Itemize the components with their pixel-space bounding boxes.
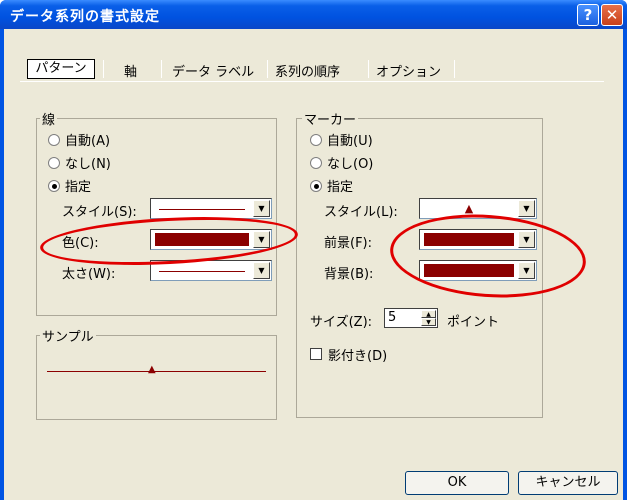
line-style-preview [155, 202, 249, 215]
tab-separator [368, 60, 369, 78]
sample-line [47, 371, 266, 372]
chevron-down-icon[interactable]: ▼ [253, 262, 270, 279]
line-weight-preview [155, 264, 249, 277]
marker-size-value[interactable]: 5 [388, 310, 396, 325]
tab-series-order[interactable]: 系列の順序 [275, 61, 340, 80]
sample-marker-icon: ▲ [148, 364, 156, 375]
title-bar[interactable]: データ系列の書式設定 ? ✕ [0, 0, 627, 29]
radio-label: 自動(A) [65, 134, 111, 149]
tab-pattern[interactable]: パターン [27, 59, 95, 79]
radio-circle [48, 156, 60, 169]
marker-style-label: スタイル(L): [324, 205, 398, 220]
window-title: データ系列の書式設定 [10, 9, 160, 25]
marker-size-label: サイズ(Z): [310, 315, 373, 330]
dialog-body: パターン 軸 データ ラベル 系列の順序 オプション 線 自動(A) なし(N)… [4, 29, 623, 500]
sample-group: ▲ [36, 335, 277, 420]
line-group-title: 線 [40, 109, 58, 128]
chevron-down-icon[interactable]: ▼ [253, 200, 270, 217]
radio-label: 自動(U) [327, 134, 373, 149]
dialog-window: データ系列の書式設定 ? ✕ パターン 軸 データ ラベル 系列の順序 オプショ… [0, 0, 627, 500]
chevron-down-icon[interactable]: ▼ [518, 200, 535, 217]
radio-circle [310, 156, 322, 169]
radio-circle [48, 179, 60, 192]
tab-data-labels[interactable]: データ ラベル [172, 61, 254, 80]
tab-separator [103, 60, 104, 78]
tab-separator [267, 60, 268, 78]
radio-label: 指定 [327, 180, 354, 195]
spin-down-icon[interactable]: ▼ [421, 318, 436, 326]
marker-back-label: 背景(B): [324, 267, 374, 282]
marker-group-title: マーカー [302, 109, 359, 128]
line-sample [159, 271, 245, 272]
help-button[interactable]: ? [577, 4, 599, 26]
shadow-label[interactable]: 影付き(D) [328, 345, 387, 364]
radio-circle [48, 133, 60, 146]
radio-label: なし(O) [327, 157, 374, 172]
marker-fore-label: 前景(F): [324, 236, 373, 251]
tab-axis[interactable]: 軸 [124, 61, 137, 80]
line-sample [159, 209, 245, 210]
tab-separator [161, 60, 162, 78]
sample-group-title: サンプル [40, 326, 96, 345]
marker-auto-radio[interactable]: 自動(U) [310, 130, 373, 149]
line-style-label: スタイル(S): [62, 205, 137, 220]
shadow-checkbox[interactable] [310, 348, 322, 360]
spin-up-icon[interactable]: ▲ [421, 310, 436, 318]
line-custom-radio[interactable]: 指定 [48, 176, 91, 195]
tab-options[interactable]: オプション [376, 61, 441, 80]
line-none-radio[interactable]: なし(N) [48, 153, 111, 172]
radio-label: 指定 [65, 180, 92, 195]
marker-custom-radio[interactable]: 指定 [310, 176, 353, 195]
line-weight-label: 太さ(W): [62, 267, 116, 282]
line-auto-radio[interactable]: 自動(A) [48, 130, 110, 149]
marker-size-unit: ポイント [447, 315, 500, 330]
radio-label: なし(N) [65, 157, 111, 172]
radio-circle [310, 133, 322, 146]
cancel-button[interactable]: キャンセル [518, 471, 618, 495]
close-button[interactable]: ✕ [601, 4, 623, 26]
ok-button[interactable]: OK [405, 471, 509, 495]
tab-divider [20, 81, 604, 82]
triangle-marker-icon: ▲ [464, 202, 474, 215]
marker-size-spinner[interactable]: 5 ▲ ▼ [384, 308, 438, 328]
line-style-dropdown[interactable]: ▼ [150, 198, 272, 219]
tab-separator [454, 60, 455, 78]
marker-none-radio[interactable]: なし(O) [310, 153, 373, 172]
radio-circle [310, 179, 322, 192]
